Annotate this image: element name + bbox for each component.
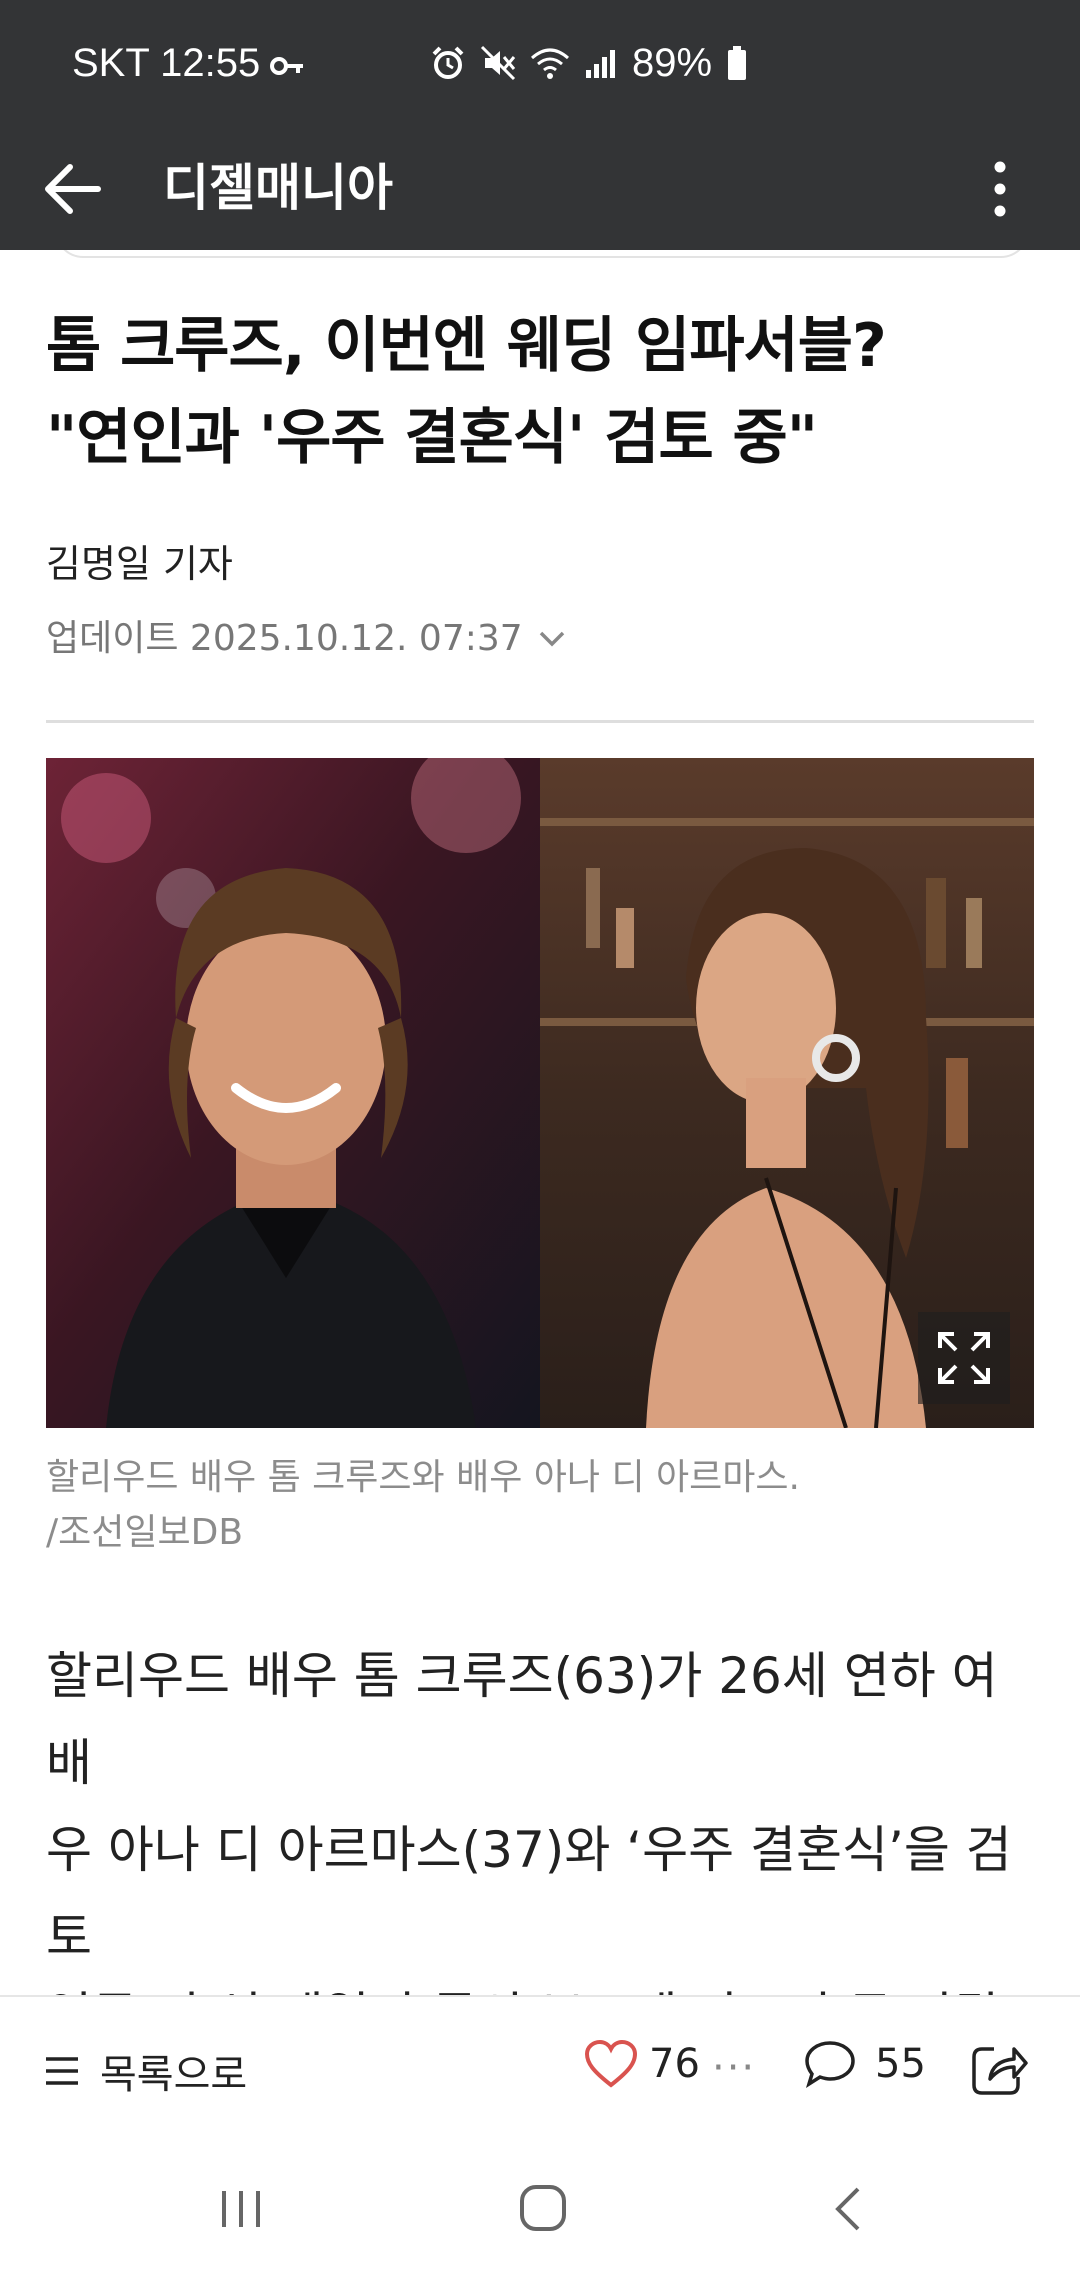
battery-percent: 89%	[632, 40, 713, 85]
expand-photo-button[interactable]	[918, 1312, 1010, 1404]
arrow-left-icon	[45, 164, 101, 214]
system-back-button[interactable]	[830, 2185, 866, 2237]
share-icon	[972, 2047, 1028, 2095]
home-icon	[520, 2185, 566, 2231]
article-byline: 김명일 기자	[46, 542, 233, 586]
chevron-down-icon	[539, 631, 564, 647]
home-button[interactable]	[518, 2183, 568, 2237]
recent-apps-button[interactable]	[218, 2187, 264, 2235]
key-icon	[270, 38, 304, 88]
article-body: 할리우드 배우 톰 크루즈(63)가 26세 연하 여배 우 아나 디 아르마스…	[46, 1647, 1012, 1966]
back-to-list-label: 목록으로	[100, 2052, 248, 2098]
photo-illustration	[46, 758, 1034, 1428]
menu-icon	[46, 2057, 78, 2085]
battery-icon	[726, 45, 748, 81]
comment-button[interactable]: 55	[803, 2039, 926, 2089]
status-right: 89%	[430, 38, 748, 88]
carrier-time: SKT 12:55	[72, 41, 261, 85]
back-button[interactable]	[36, 153, 108, 225]
article-headline: 톰 크루즈, 이번엔 웨딩 임파서블? "연인과 '우주 결혼식' 검토 중"	[46, 311, 887, 473]
previous-card-edge	[55, 250, 1029, 258]
app-title: 디젤매니아	[163, 159, 393, 217]
heart-icon	[584, 2039, 638, 2088]
status-left: SKT 12:55	[72, 38, 304, 88]
update-time-text: 업데이트 2025.10.12. 07:37	[46, 618, 523, 659]
wifi-icon	[530, 46, 570, 80]
more-reactions-icon[interactable]: ···	[712, 2045, 756, 2091]
status-bar: SKT 12:55 89%	[0, 0, 1080, 125]
app-bar: 디젤매니아	[0, 125, 1080, 250]
like-button[interactable]: 76	[583, 2039, 700, 2089]
share-button[interactable]	[968, 2039, 1028, 2099]
update-time[interactable]: 업데이트 2025.10.12. 07:37	[46, 615, 567, 663]
divider	[46, 720, 1034, 723]
more-options-button[interactable]	[976, 153, 1024, 225]
expand-icon	[938, 1332, 990, 1384]
article-photo[interactable]	[46, 758, 1034, 1428]
mute-icon	[480, 45, 516, 81]
signal-icon	[584, 46, 618, 80]
article-content[interactable]: 톰 크루즈, 이번엔 웨딩 임파서블? "연인과 '우주 결혼식' 검토 중" …	[0, 250, 1080, 1995]
article-body-next-line: 영국 더 선 데일리 등의 보도에 따르면 두 사람은	[46, 1973, 1036, 1995]
like-count: 76	[649, 2041, 700, 2087]
more-vertical-icon	[994, 161, 1006, 217]
back-to-list-button[interactable]: 목록으로	[42, 2042, 247, 2100]
article-action-bar: 목록으로 76 ··· 55	[0, 1995, 1080, 2147]
alarm-icon	[430, 45, 466, 81]
comment-count: 55	[875, 2041, 926, 2087]
chevron-left-icon	[835, 2187, 860, 2231]
photo-caption: 할리우드 배우 톰 크루즈와 배우 아나 디 아르마스. /조선일보DB	[46, 1457, 800, 1553]
comment-icon	[805, 2041, 855, 2089]
system-nav-bar	[0, 2145, 1080, 2280]
recent-apps-icon	[222, 2191, 260, 2227]
